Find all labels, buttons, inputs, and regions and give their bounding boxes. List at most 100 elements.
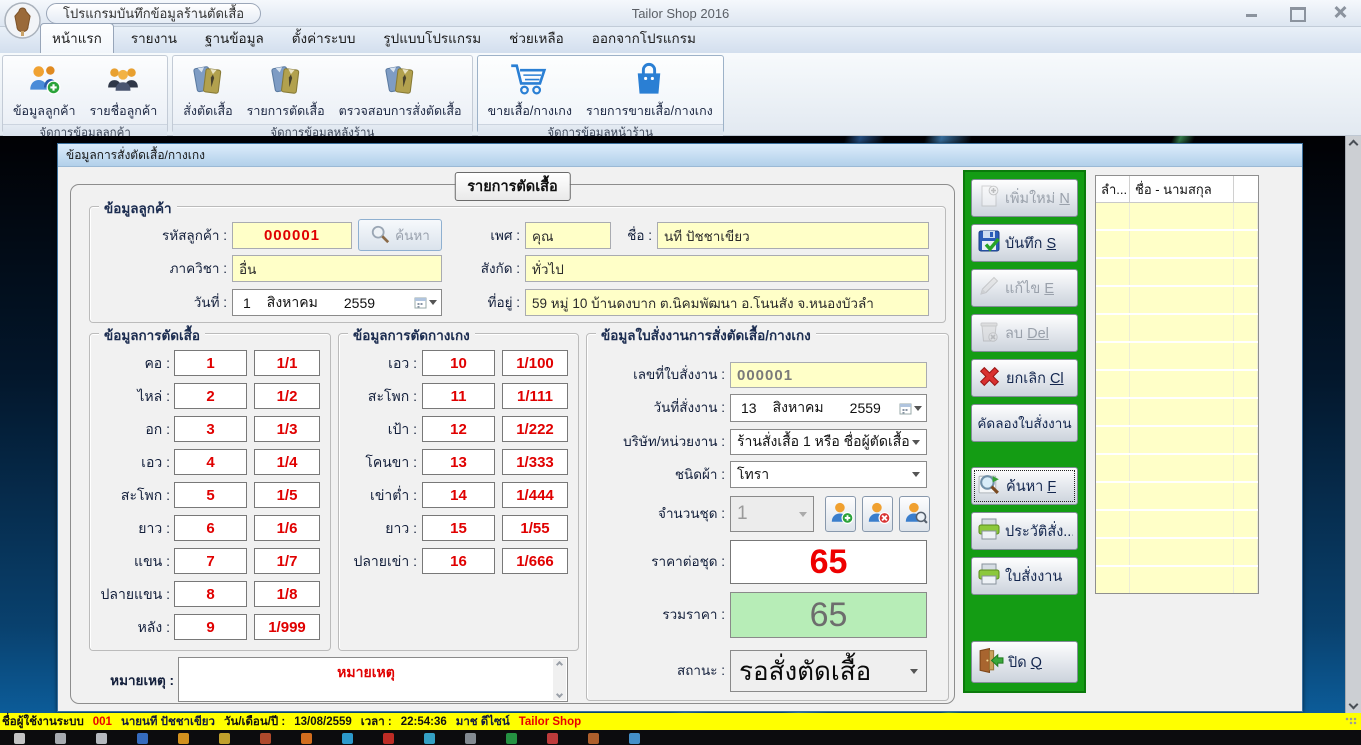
close-icon[interactable] xyxy=(1333,6,1347,18)
taskbar-app-icon[interactable] xyxy=(301,733,312,744)
shirt-hip-field[interactable]: 5 xyxy=(174,482,247,508)
app-logo-mannequin-icon[interactable] xyxy=(4,2,41,39)
taskbar-app-icon[interactable] xyxy=(588,733,599,744)
new-button[interactable]: เพิ่มใหม่ N xyxy=(971,179,1078,217)
shirt-length-frac-field[interactable]: 1/6 xyxy=(254,515,320,541)
column-header-number[interactable]: ลำ... xyxy=(1096,176,1130,202)
taskbar-app-icon[interactable] xyxy=(14,733,25,744)
column-header-name[interactable]: ชื่อ - นามสกุล xyxy=(1130,176,1234,202)
list-item[interactable] xyxy=(1096,483,1258,511)
list-item[interactable] xyxy=(1096,511,1258,539)
tab-program-style[interactable]: รูปแบบโปรแกรม xyxy=(372,24,492,53)
edit-button[interactable]: แก้ไข E xyxy=(971,269,1078,307)
order-number-field[interactable]: 000001 xyxy=(730,362,927,388)
search-person-button[interactable] xyxy=(899,496,930,532)
shirt-chest-field[interactable]: 3 xyxy=(174,416,247,442)
taskbar-app-icon[interactable] xyxy=(506,733,517,744)
delete-button[interactable]: ลบ Del xyxy=(971,314,1078,352)
taskbar-app-icon[interactable] xyxy=(178,733,189,744)
tab-database[interactable]: ฐานข้อมูล xyxy=(194,24,275,53)
status-combobox[interactable]: รอสั่งตัดเสื้อ xyxy=(730,650,927,692)
shirt-arm-field[interactable]: 7 xyxy=(174,548,247,574)
pants-hip-field[interactable]: 11 xyxy=(422,383,495,409)
close-form-button[interactable]: ปิด Q xyxy=(971,641,1078,683)
taskbar-app-icon[interactable] xyxy=(629,733,640,744)
note-textarea[interactable]: หมายเหตุ xyxy=(178,657,568,702)
taskbar-app-icon[interactable] xyxy=(383,733,394,744)
pants-hip-frac-field[interactable]: 1/111 xyxy=(502,383,568,409)
customer-id-field[interactable]: 000001 xyxy=(232,222,352,249)
tab-reports[interactable]: รายงาน xyxy=(120,24,188,53)
shirt-arm-frac-field[interactable]: 1/7 xyxy=(254,548,320,574)
list-item[interactable] xyxy=(1096,455,1258,483)
list-item[interactable] xyxy=(1096,203,1258,231)
pants-crotch-field[interactable]: 12 xyxy=(422,416,495,442)
shirt-cuff-frac-field[interactable]: 1/8 xyxy=(254,581,320,607)
work-order-print-button[interactable]: ใบสั่งงาน xyxy=(971,557,1078,595)
list-item[interactable] xyxy=(1096,259,1258,287)
taskbar-app-icon[interactable] xyxy=(465,733,476,744)
taskbar-app-icon[interactable] xyxy=(260,733,271,744)
list-item[interactable] xyxy=(1096,315,1258,343)
remove-person-button[interactable] xyxy=(862,496,893,532)
prefix-field[interactable]: คุณ xyxy=(525,222,611,249)
pants-crotch-frac-field[interactable]: 1/222 xyxy=(502,416,568,442)
order-tailoring-button[interactable]: สั่งตัดเสื้อ xyxy=(177,57,238,123)
order-date-picker[interactable]: 13 สิงหาคม 2559 xyxy=(730,394,927,422)
department-field[interactable]: อื่น xyxy=(232,255,442,282)
sell-clothes-button[interactable]: ขายเสื้อ/กางเกง xyxy=(482,57,578,123)
tailoring-list-button[interactable]: รายการตัดเสื้อ xyxy=(241,57,331,123)
taskbar-app-icon[interactable] xyxy=(424,733,435,744)
pants-knee-field[interactable]: 14 xyxy=(422,482,495,508)
affiliation-field[interactable]: ทั่วไป xyxy=(525,255,929,282)
order-history-print-button[interactable]: ประวัติสั่ง... xyxy=(971,512,1078,550)
tab-system-settings[interactable]: ตั้งค่าระบบ xyxy=(281,24,367,53)
shirt-hip-frac-field[interactable]: 1/5 xyxy=(254,482,320,508)
note-scrollbar[interactable] xyxy=(553,659,566,700)
shirt-shoulder-field[interactable]: 2 xyxy=(174,383,247,409)
save-button[interactable]: บันทึก S xyxy=(971,224,1078,262)
customer-list-button[interactable]: รายชื่อลูกค้า xyxy=(84,57,164,123)
customer-data-button[interactable]: ข้อมูลลูกค้า xyxy=(7,57,82,123)
pants-hem-frac-field[interactable]: 1/666 xyxy=(502,548,568,574)
minimize-icon[interactable] xyxy=(1245,6,1259,18)
taskbar-app-icon[interactable] xyxy=(96,733,107,744)
tab-help[interactable]: ช่วยเหลือ xyxy=(498,24,575,53)
customer-search-button[interactable]: ค้นหา xyxy=(358,219,442,251)
tab-home[interactable]: หน้าแรก xyxy=(40,23,114,53)
tab-exit[interactable]: ออกจากโปรแกรม xyxy=(581,24,707,53)
taskbar-app-icon[interactable] xyxy=(137,733,148,744)
pants-waist-field[interactable]: 10 xyxy=(422,350,495,376)
list-item[interactable] xyxy=(1096,287,1258,315)
shirt-back-frac-field[interactable]: 1/999 xyxy=(254,614,320,640)
address-field[interactable]: 59 หมู่ 10 บ้านดงบาก ต.นิคมพัฒนา อ.โนนสั… xyxy=(525,289,929,316)
cancel-button[interactable]: ยกเลิก Cl xyxy=(971,359,1078,397)
list-item[interactable] xyxy=(1096,427,1258,455)
name-field[interactable]: นที ปัชชาเขียว xyxy=(657,222,929,249)
list-item[interactable] xyxy=(1096,539,1258,567)
shirt-neck-frac-field[interactable]: 1/1 xyxy=(254,350,320,376)
sales-list-button[interactable]: รายการขายเสื้อ/กางเกง xyxy=(580,57,719,123)
find-button[interactable]: ค้นหา F xyxy=(971,467,1078,505)
column-header-extra[interactable] xyxy=(1234,176,1258,202)
shirt-waist-field[interactable]: 4 xyxy=(174,449,247,475)
taskbar-app-icon[interactable] xyxy=(547,733,558,744)
customer-date-picker[interactable]: 1 สิงหาคม 2559 xyxy=(232,289,442,316)
copy-order-button[interactable]: คัดลองใบสั่งงาน xyxy=(971,404,1078,442)
calendar-dropdown-icon[interactable] xyxy=(899,402,922,415)
shirt-neck-field[interactable]: 1 xyxy=(174,350,247,376)
check-tailoring-orders-button[interactable]: ตรวจสอบการสั่งตัดเสื้อ xyxy=(333,57,468,123)
pants-thigh-field[interactable]: 13 xyxy=(422,449,495,475)
pants-length-frac-field[interactable]: 1/55 xyxy=(502,515,568,541)
list-item[interactable] xyxy=(1096,231,1258,259)
vertical-scrollbar[interactable] xyxy=(1345,136,1361,713)
company-combobox[interactable]: ร้านสั่งเสื้อ 1 หรือ ชื่อผู้ตัดเสื้อ xyxy=(730,429,927,455)
unit-price-field[interactable]: 65 xyxy=(730,540,927,584)
shirt-cuff-field[interactable]: 8 xyxy=(174,581,247,607)
taskbar-app-icon[interactable] xyxy=(55,733,66,744)
pants-length-field[interactable]: 15 xyxy=(422,515,495,541)
scroll-down-icon[interactable] xyxy=(1349,700,1359,710)
shirt-waist-frac-field[interactable]: 1/4 xyxy=(254,449,320,475)
list-item[interactable] xyxy=(1096,343,1258,371)
maximize-icon[interactable] xyxy=(1289,6,1303,18)
